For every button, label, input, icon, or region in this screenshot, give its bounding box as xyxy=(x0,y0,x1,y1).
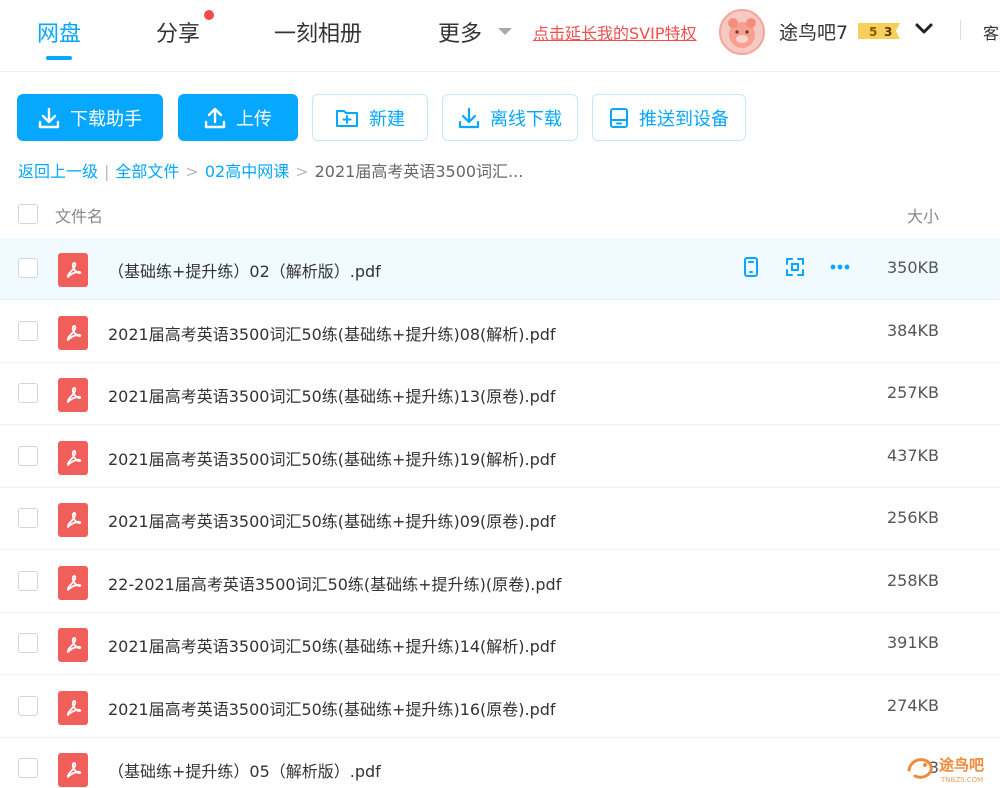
caret-down-icon[interactable] xyxy=(498,28,512,35)
file-size: 274KB xyxy=(886,695,939,715)
file-name[interactable]: 2021届高考英语3500词汇50练(基础练+提升练)14(解析).pdf xyxy=(108,633,556,657)
pig-avatar-icon xyxy=(728,18,756,48)
share-icon[interactable] xyxy=(784,256,806,278)
vip-level-b: 3 xyxy=(884,25,892,39)
table-header: 文件名 大小 xyxy=(0,190,1000,236)
select-all-checkbox[interactable] xyxy=(18,204,38,224)
table-row[interactable]: 2021届高考英语3500词汇50练(基础练+提升练)13(原卷).pdf 257… xyxy=(0,363,1000,425)
file-name[interactable]: 2021届高考英语3500词汇50练(基础练+提升练)13(原卷).pdf xyxy=(108,383,556,407)
active-tab-indicator xyxy=(46,56,72,60)
push-to-device-button[interactable]: 推送到设备 xyxy=(592,94,746,141)
row-checkbox[interactable] xyxy=(18,695,38,716)
table-row[interactable]: 22-2021届高考英语3500词汇50练(基础练+提升练)(原卷).pdf 25… xyxy=(0,551,1000,613)
svip-renew-link[interactable]: 点击延长我的SVIP特权 xyxy=(533,20,696,44)
download-helper-label: 下载助手 xyxy=(70,108,142,130)
file-name[interactable]: 2021届高考英语3500词汇50练(基础练+提升练)09(原卷).pdf xyxy=(108,508,556,532)
vip-level-badge: 5 3 xyxy=(858,23,900,39)
download-helper-button[interactable]: 下载助手 xyxy=(17,94,163,141)
new-folder-icon xyxy=(336,109,358,127)
pdf-file-icon xyxy=(58,253,88,287)
row-actions xyxy=(740,256,850,278)
pdf-file-icon xyxy=(58,315,88,350)
table-row[interactable]: 2021届高考英语3500词汇50练(基础练+提升练)16(原卷).pdf 274… xyxy=(0,676,1000,738)
divider xyxy=(960,20,961,40)
tab-more[interactable]: 更多 xyxy=(438,16,482,48)
upload-label: 上传 xyxy=(236,108,272,130)
notification-dot xyxy=(204,10,214,20)
client-link[interactable]: 客 xyxy=(983,20,999,44)
tab-share[interactable]: 分享 xyxy=(156,16,200,48)
vip-level-a: 5 xyxy=(869,25,877,39)
top-nav: 网盘 分享 一刻相册 更多 点击延长我的SVIP特权 途鸟吧7 5 3 客 xyxy=(0,0,1000,72)
row-checkbox[interactable] xyxy=(18,320,38,341)
column-header-size[interactable]: 大小 xyxy=(907,203,939,227)
breadcrumb-back[interactable]: 返回上一级 xyxy=(18,162,98,181)
row-checkbox[interactable] xyxy=(18,758,38,778)
row-checkbox[interactable] xyxy=(18,383,38,403)
row-checkbox[interactable] xyxy=(18,258,38,278)
table-row[interactable]: 2021届高考英语3500词汇50练(基础练+提升练)19(解析).pdf 437… xyxy=(0,426,1000,488)
download-icon xyxy=(458,107,480,128)
row-checkbox[interactable] xyxy=(18,633,38,653)
column-header-name[interactable]: 文件名 xyxy=(55,203,103,227)
file-name[interactable]: 2021届高考英语3500词汇50练(基础练+提升练)08(解析).pdf xyxy=(108,321,556,345)
upload-icon xyxy=(204,107,226,128)
table-row[interactable]: （基础练+提升练）02（解析版）.pdf 350KB xyxy=(0,238,1000,300)
breadcrumb-folder[interactable]: 02高中网课 xyxy=(205,162,289,181)
username[interactable]: 途鸟吧7 xyxy=(779,18,848,45)
pdf-file-icon xyxy=(58,378,88,412)
upload-button[interactable]: 上传 xyxy=(178,94,298,141)
file-size: 391KB xyxy=(886,633,939,652)
new-folder-label: 新建 xyxy=(369,108,405,130)
avatar[interactable] xyxy=(719,9,765,55)
file-name[interactable]: 2021届高考英语3500词汇50练(基础练+提升练)19(解析).pdf xyxy=(108,446,556,470)
file-name[interactable]: 2021届高考英语3500词汇50练(基础练+提升练)16(原卷).pdf xyxy=(108,696,556,720)
offline-download-button[interactable]: 离线下载 xyxy=(442,94,578,141)
file-name[interactable]: （基础练+提升练）05（解析版）.pdf xyxy=(108,758,381,782)
chevron-down-icon[interactable] xyxy=(913,19,935,39)
row-checkbox[interactable] xyxy=(18,570,38,591)
more-icon[interactable] xyxy=(828,256,850,278)
pdf-file-icon xyxy=(58,565,88,600)
file-size: 258KB xyxy=(886,570,939,590)
device-icon xyxy=(610,107,628,128)
breadcrumb-separator: > xyxy=(295,162,309,181)
table-row[interactable]: 2021届高考英语3500词汇50练(基础练+提升练)09(原卷).pdf 256… xyxy=(0,488,1000,550)
file-size: 384KB xyxy=(886,320,939,340)
breadcrumb-separator: > xyxy=(185,162,199,181)
watermark-subtext: TNBZS.COM xyxy=(940,776,983,784)
file-size: 256KB xyxy=(886,508,939,527)
download-icon xyxy=(38,107,60,128)
row-checkbox[interactable] xyxy=(18,445,38,466)
file-size: 437KB xyxy=(886,445,939,465)
phone-icon[interactable] xyxy=(740,256,762,278)
pdf-file-icon xyxy=(58,503,88,537)
file-size: 350KB xyxy=(886,258,939,277)
breadcrumb: 返回上一级 | 全部文件 >02高中网课 >2021届高考英语3500词汇... xyxy=(18,158,523,182)
tab-album[interactable]: 一刻相册 xyxy=(274,16,362,48)
tab-netdisk[interactable]: 网盘 xyxy=(37,16,81,48)
pdf-file-icon xyxy=(58,690,88,725)
file-name[interactable]: （基础练+提升练）02（解析版）.pdf xyxy=(108,258,381,282)
breadcrumb-divider: | xyxy=(104,162,110,181)
pdf-file-icon xyxy=(58,628,88,662)
pdf-file-icon xyxy=(58,440,88,475)
watermark-text: 途鸟吧 xyxy=(939,756,984,774)
new-folder-button[interactable]: 新建 xyxy=(312,94,428,141)
table-row[interactable]: （基础练+提升练）05（解析版）.pdf 3 xyxy=(0,738,1000,788)
offline-download-label: 离线下载 xyxy=(490,108,562,130)
push-to-device-label: 推送到设备 xyxy=(639,108,729,130)
file-size: 257KB xyxy=(886,383,939,402)
row-checkbox[interactable] xyxy=(18,508,38,528)
site-watermark-logo: 途鸟吧 TNBZS.COM xyxy=(907,756,984,784)
table-row[interactable]: 2021届高考英语3500词汇50练(基础练+提升练)14(解析).pdf 391… xyxy=(0,613,1000,675)
table-row[interactable]: 2021届高考英语3500词汇50练(基础练+提升练)08(解析).pdf 384… xyxy=(0,301,1000,363)
file-name[interactable]: 22-2021届高考英语3500词汇50练(基础练+提升练)(原卷).pdf xyxy=(108,571,561,595)
pdf-file-icon xyxy=(58,753,88,787)
breadcrumb-all-files[interactable]: 全部文件 xyxy=(115,162,179,181)
breadcrumb-current: 2021届高考英语3500词汇... xyxy=(314,162,524,181)
